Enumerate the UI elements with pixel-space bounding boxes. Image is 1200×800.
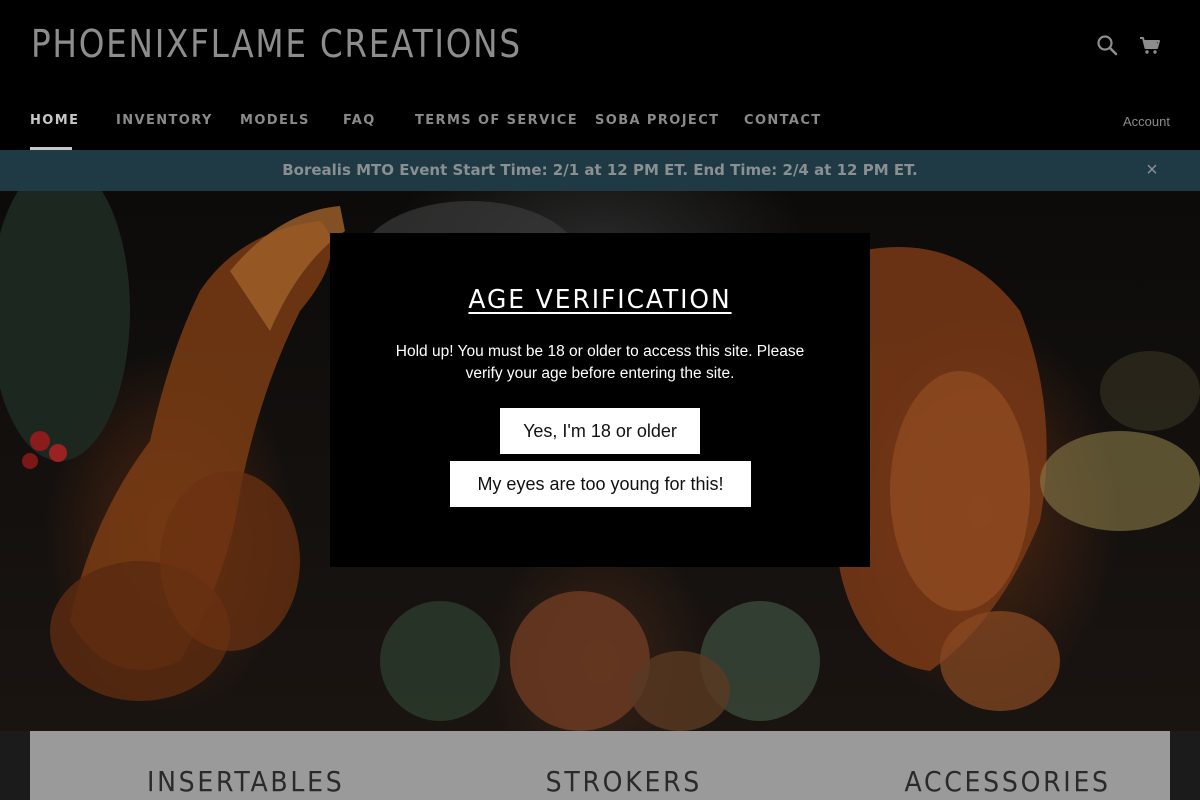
- modal-title: AGE VERIFICATION: [468, 285, 732, 315]
- nav-item-contact[interactable]: CONTACT: [744, 113, 822, 128]
- confirm-age-button[interactable]: Yes, I'm 18 or older: [500, 408, 700, 454]
- category-panel: INSERTABLES STROKERS ACCESSORIES: [30, 731, 1170, 800]
- search-icon[interactable]: [1095, 33, 1119, 57]
- nav-item-terms-of-service[interactable]: TERMS OF SERVICE: [415, 113, 578, 128]
- nav-item-models[interactable]: MODELS: [240, 113, 310, 128]
- close-icon[interactable]: ×: [1143, 160, 1161, 180]
- category-insertables[interactable]: INSERTABLES: [147, 765, 345, 798]
- decline-age-button[interactable]: My eyes are too young for this!: [450, 461, 751, 507]
- site-header: PHOENIXFLAME CREATIONS HOME INVENTORY MO…: [0, 0, 1200, 150]
- nav-item-soba-project[interactable]: SOBA PROJECT: [595, 113, 719, 128]
- nav-item-faq[interactable]: FAQ: [343, 113, 376, 128]
- announcement-text: Borealis MTO Event Start Time: 2/1 at 12…: [282, 161, 918, 179]
- main-nav: HOME INVENTORY MODELS FAQ TERMS OF SERVI…: [0, 104, 1200, 150]
- site-logo[interactable]: PHOENIXFLAME CREATIONS: [31, 22, 522, 66]
- account-link[interactable]: Account: [1123, 114, 1170, 129]
- nav-item-home[interactable]: HOME: [30, 113, 79, 128]
- announcement-bar: Borealis MTO Event Start Time: 2/1 at 12…: [0, 150, 1200, 191]
- category-strokers[interactable]: STROKERS: [546, 765, 702, 798]
- age-verification-modal: AGE VERIFICATION Hold up! You must be 18…: [330, 233, 870, 567]
- modal-message: Hold up! You must be 18 or older to acce…: [395, 343, 805, 382]
- nav-item-inventory[interactable]: INVENTORY: [116, 113, 213, 128]
- category-accessories[interactable]: ACCESSORIES: [904, 765, 1110, 798]
- cart-icon[interactable]: [1138, 33, 1162, 57]
